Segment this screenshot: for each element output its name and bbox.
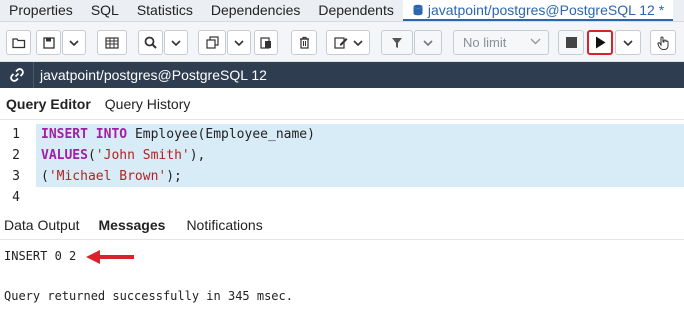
filter-dropdown-button[interactable] <box>414 30 442 55</box>
editor-line: 3 ('Michael Brown'); <box>0 166 684 187</box>
tab-notifications[interactable]: Notifications <box>174 217 271 233</box>
chevron-down-icon <box>623 39 633 46</box>
string-token: 'Michael Brown' <box>48 169 167 184</box>
panel-tab-bar: Properties SQL Statistics Dependencies D… <box>0 0 684 22</box>
editor-line: 1 INSERT INTO Employee(Employee_name) <box>0 124 684 145</box>
save-icon <box>42 36 55 49</box>
hand-pointer-icon <box>657 36 669 50</box>
tab-query-tool-label: javatpoint/postgres@PostgreSQL 12 * <box>427 1 665 18</box>
find-dropdown-button[interactable] <box>164 30 188 55</box>
tab-statistics[interactable]: Statistics <box>128 0 202 21</box>
stop-icon <box>565 37 577 48</box>
chevron-down-icon <box>234 39 244 46</box>
table-icon <box>105 36 119 49</box>
edit-dropdown-button[interactable] <box>326 30 370 55</box>
connection-label: javatpoint/postgres@PostgreSQL 12 <box>40 67 267 83</box>
chevron-down-icon <box>423 39 433 46</box>
link-icon <box>9 68 24 82</box>
punctuation-token: ), <box>189 148 206 163</box>
tab-data-output[interactable]: Data Output <box>0 217 89 233</box>
line-number: 2 <box>12 148 20 163</box>
punctuation-token: ( <box>87 148 96 163</box>
chevron-down-icon <box>69 39 79 46</box>
execute-dropdown-button[interactable] <box>615 30 641 55</box>
editor-tab-bar: Query Editor Query History <box>0 88 684 120</box>
keyword-token: INTO <box>95 127 128 142</box>
tab-messages[interactable]: Messages <box>89 217 175 233</box>
save-button[interactable] <box>36 30 61 55</box>
string-token: 'John Smith' <box>95 148 190 163</box>
tab-dependencies[interactable]: Dependencies <box>202 0 310 21</box>
delete-button[interactable] <box>291 30 317 55</box>
tab-query-tool[interactable]: javatpoint/postgres@PostgreSQL 12 * <box>402 0 674 21</box>
copy-dropdown-button[interactable] <box>227 30 251 55</box>
paste-button[interactable] <box>254 30 278 55</box>
tab-query-editor[interactable]: Query Editor <box>0 89 99 119</box>
result-message: INSERT 0 2 <box>4 249 77 263</box>
filter-button[interactable] <box>381 30 413 55</box>
filter-icon <box>392 37 402 48</box>
edit-icon <box>333 37 347 49</box>
editor-line: 2 VALUES('John Smith'), <box>0 145 684 166</box>
line-number: 1 <box>12 127 20 142</box>
status-message: Query returned successfully in 345 msec. <box>4 289 293 303</box>
chevron-down-icon <box>352 39 363 46</box>
explain-button[interactable] <box>650 30 676 55</box>
line-number: 4 <box>12 190 20 205</box>
stop-button[interactable] <box>558 30 584 55</box>
edit-data-button[interactable] <box>97 30 127 55</box>
save-dropdown-button[interactable] <box>62 30 86 55</box>
trash-icon <box>299 36 309 49</box>
line-code: INSERT INTO Employee(Employee_name) <box>41 124 315 145</box>
editor-line: 4 <box>0 187 684 208</box>
folder-icon <box>11 37 25 48</box>
red-arrow-annotation <box>86 250 134 264</box>
row-limit-value: No limit <box>463 35 507 50</box>
punctuation-token: ( <box>41 169 49 184</box>
copy-button[interactable] <box>198 30 226 55</box>
sql-editor[interactable]: 1 INSERT INTO Employee(Employee_name) 2 … <box>0 124 684 208</box>
line-number: 3 <box>12 169 20 184</box>
keyword-token: VALUES <box>41 148 88 163</box>
chevron-down-icon <box>530 38 541 45</box>
query-toolbar: No limit <box>0 22 684 62</box>
find-button[interactable] <box>138 30 163 55</box>
execute-button[interactable] <box>587 30 613 55</box>
row-limit-select[interactable]: No limit <box>453 30 549 55</box>
search-icon <box>144 36 157 49</box>
punctuation-token: ); <box>166 169 182 184</box>
tab-properties[interactable]: Properties <box>0 0 82 21</box>
keyword-token: INSERT <box>41 127 88 142</box>
chevron-down-icon <box>171 39 181 46</box>
play-icon <box>595 36 605 49</box>
database-icon <box>413 4 423 15</box>
connection-bar: javatpoint/postgres@PostgreSQL 12 <box>0 62 684 88</box>
tab-dependents[interactable]: Dependents <box>309 0 403 21</box>
connection-status-button[interactable] <box>0 62 34 88</box>
identifier-token: Employee(Employee_name) <box>134 127 315 142</box>
copy-icon <box>205 36 219 49</box>
open-file-button[interactable] <box>6 30 31 55</box>
line-code: ('Michael Brown'); <box>41 166 182 187</box>
line-code: VALUES('John Smith'), <box>41 145 205 166</box>
paste-icon <box>260 37 271 49</box>
output-tab-bar: Data Output Messages Notifications <box>0 210 684 240</box>
tab-sql[interactable]: SQL <box>82 0 128 21</box>
tab-query-history[interactable]: Query History <box>99 89 199 119</box>
